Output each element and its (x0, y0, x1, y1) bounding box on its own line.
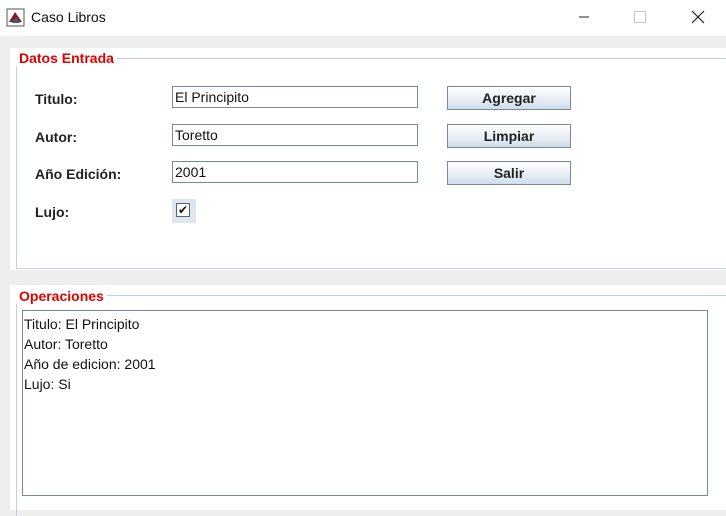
checkmark-icon: ✔ (177, 203, 189, 217)
java-app-icon (6, 8, 25, 27)
operaciones-textarea[interactable]: Titulo: El Principito Autor: Toretto Año… (22, 310, 708, 496)
close-button[interactable] (674, 0, 722, 34)
lujo-checkbox-container[interactable]: ✔ (172, 199, 196, 223)
titulo-label: Titulo: (35, 91, 78, 107)
output-line: Autor: Toretto (24, 336, 108, 352)
minimize-icon (579, 16, 589, 18)
title-bar: Caso Libros (0, 0, 726, 36)
window-title: Caso Libros (31, 9, 106, 25)
datos-entrada-legend: Datos Entrada (16, 50, 117, 66)
minimize-button[interactable] (560, 0, 608, 34)
output-line: Titulo: El Principito (24, 316, 140, 332)
lujo-checkbox[interactable]: ✔ (176, 203, 190, 217)
titulo-field[interactable]: El Principito (172, 86, 418, 108)
output-line: Año de edicion: 2001 (24, 356, 156, 372)
autor-field[interactable]: Toretto (172, 124, 418, 146)
anio-edicion-field[interactable]: 2001 (172, 161, 418, 183)
autor-label: Autor: (35, 129, 77, 145)
lujo-label: Lujo: (35, 204, 70, 220)
close-icon (691, 10, 705, 24)
anio-edicion-label: Año Edición: (35, 166, 122, 182)
limpiar-button[interactable]: Limpiar (447, 124, 571, 148)
operaciones-legend: Operaciones (16, 288, 107, 304)
output-line: Lujo: Si (24, 376, 71, 392)
agregar-button[interactable]: Agregar (447, 86, 571, 110)
maximize-icon (634, 11, 646, 23)
maximize-button[interactable] (616, 0, 664, 34)
salir-button[interactable]: Salir (447, 161, 571, 185)
